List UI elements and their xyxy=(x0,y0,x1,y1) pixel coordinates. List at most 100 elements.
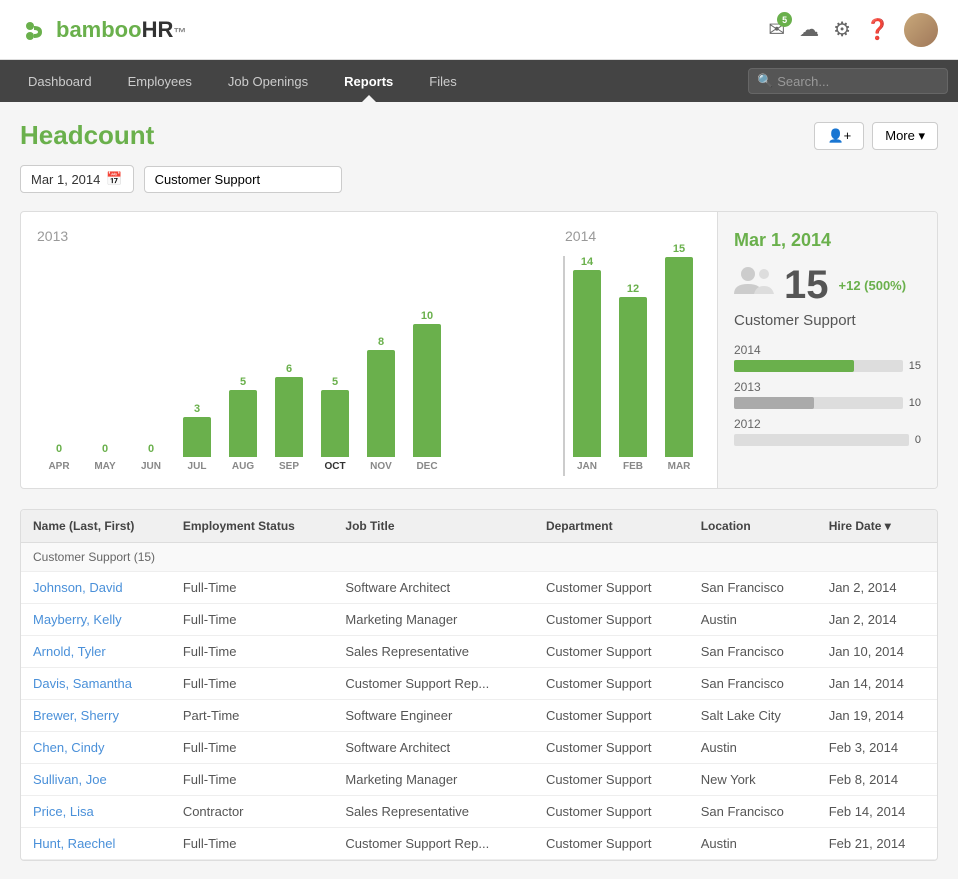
add-person-icon: 👤+ xyxy=(827,128,851,144)
date-filter[interactable]: Mar 1, 2014 📅 xyxy=(20,165,134,193)
employee-link[interactable]: Chen, Cindy xyxy=(33,740,105,755)
cell-dept: Customer Support xyxy=(534,636,689,668)
filter-row: Mar 1, 2014 📅 xyxy=(20,165,938,193)
bar-feb: 12 FEB xyxy=(611,283,655,472)
chart-2013-section: 2013 0 APR 0 MAY xyxy=(37,228,563,472)
cell-location: Austin xyxy=(689,732,817,764)
search-input[interactable] xyxy=(777,74,939,89)
col-status: Employment Status xyxy=(171,510,334,543)
chart-2014-section: 2014 14 JAN 12 FEB xyxy=(565,228,701,472)
chart-stats: Mar 1, 2014 15 +12 (500%) Customer Suppo… xyxy=(717,212,937,488)
cloud-icon[interactable]: ☁ xyxy=(799,17,819,42)
chart-2013-label: 2013 xyxy=(37,228,563,244)
cell-title: Marketing Manager xyxy=(333,764,534,796)
cell-hire-date: Jan 10, 2014 xyxy=(817,636,937,668)
bar-oct: 5 OCT xyxy=(313,376,357,472)
bar-jul: 3 JUL xyxy=(175,403,219,472)
stats-date: Mar 1, 2014 xyxy=(734,230,921,251)
bar-jan: 14 JAN xyxy=(565,256,609,472)
employee-link[interactable]: Sullivan, Joe xyxy=(33,772,107,787)
nav-job-openings[interactable]: Job Openings xyxy=(210,60,326,102)
table-row: Price, Lisa Contractor Sales Representat… xyxy=(21,796,937,828)
cell-hire-date: Feb 14, 2014 xyxy=(817,796,937,828)
chart-container: 2013 0 APR 0 MAY xyxy=(20,211,938,489)
employee-link[interactable]: Mayberry, Kelly xyxy=(33,612,122,627)
col-location: Location xyxy=(689,510,817,543)
nav-dashboard[interactable]: Dashboard xyxy=(10,60,110,102)
cell-dept: Customer Support xyxy=(534,604,689,636)
cell-title: Sales Representative xyxy=(333,636,534,668)
cell-name: Mayberry, Kelly xyxy=(21,604,171,636)
cell-hire-date: Jan 2, 2014 xyxy=(817,604,937,636)
cell-location: San Francisco xyxy=(689,572,817,604)
employee-link[interactable]: Brewer, Sherry xyxy=(33,708,119,723)
employees-table: Name (Last, First) Employment Status Job… xyxy=(20,509,938,861)
cell-hire-date: Jan 14, 2014 xyxy=(817,668,937,700)
logo: bambooHR™ xyxy=(20,12,186,48)
cell-title: Customer Support Rep... xyxy=(333,668,534,700)
stats-year-2012: 2012 0 xyxy=(734,417,921,446)
logo-icon xyxy=(20,12,56,48)
settings-icon[interactable]: ⚙ xyxy=(833,17,851,42)
date-value: Mar 1, 2014 xyxy=(31,172,100,187)
nav-employees[interactable]: Employees xyxy=(110,60,210,102)
messages-icon[interactable]: ✉ 5 xyxy=(768,17,785,42)
title-row: Headcount 👤+ More ▾ xyxy=(20,120,938,151)
title-actions: 👤+ More ▾ xyxy=(814,122,938,150)
employee-link[interactable]: Arnold, Tyler xyxy=(33,644,106,659)
group-label: Customer Support (15) xyxy=(21,543,937,572)
bar-mar: 15 MAR xyxy=(657,243,701,472)
cell-location: San Francisco xyxy=(689,796,817,828)
employee-link[interactable]: Price, Lisa xyxy=(33,804,94,819)
cell-dept: Customer Support xyxy=(534,572,689,604)
help-icon[interactable]: ❓ xyxy=(865,17,890,42)
employee-link[interactable]: Davis, Samantha xyxy=(33,676,132,691)
cell-dept: Customer Support xyxy=(534,668,689,700)
messages-badge: 5 xyxy=(777,12,792,27)
bar-apr: 0 APR xyxy=(37,443,81,472)
cell-name: Brewer, Sherry xyxy=(21,700,171,732)
cell-location: Austin xyxy=(689,604,817,636)
cell-status: Full-Time xyxy=(171,636,334,668)
bar-nov: 8 NOV xyxy=(359,336,403,472)
bar-sep: 6 SEP xyxy=(267,363,311,472)
cell-name: Arnold, Tyler xyxy=(21,636,171,668)
cell-dept: Customer Support xyxy=(534,700,689,732)
bar-dec: 10 DEC xyxy=(405,310,449,472)
chart-main: 2013 0 APR 0 MAY xyxy=(21,212,717,488)
top-bar: bambooHR™ ✉ 5 ☁ ⚙ ❓ xyxy=(0,0,958,60)
cell-status: Full-Time xyxy=(171,604,334,636)
department-filter[interactable] xyxy=(144,166,342,193)
chart-2013-bars: 0 APR 0 MAY 0 xyxy=(37,252,563,472)
bar-may: 0 MAY xyxy=(83,443,127,472)
cell-title: Software Architect xyxy=(333,572,534,604)
table-group-row: Customer Support (15) xyxy=(21,543,937,572)
table-header-row: Name (Last, First) Employment Status Job… xyxy=(21,510,937,543)
cell-name: Price, Lisa xyxy=(21,796,171,828)
table-row: Johnson, David Full-Time Software Archit… xyxy=(21,572,937,604)
people-icon xyxy=(734,264,774,308)
cell-dept: Customer Support xyxy=(534,732,689,764)
col-dept: Department xyxy=(534,510,689,543)
nav-files[interactable]: Files xyxy=(411,60,474,102)
chart-2014-label: 2014 xyxy=(565,228,701,244)
cell-hire-date: Jan 19, 2014 xyxy=(817,700,937,732)
chart-2014-bars: 14 JAN 12 FEB 15 xyxy=(565,252,701,472)
stats-year-2013: 2013 10 xyxy=(734,380,921,409)
bar-jun: 0 JUN xyxy=(129,443,173,472)
more-button[interactable]: More ▾ xyxy=(872,122,938,150)
nav-reports[interactable]: Reports xyxy=(326,60,411,102)
add-employee-button[interactable]: 👤+ xyxy=(814,122,864,150)
cell-location: San Francisco xyxy=(689,636,817,668)
col-hire-date[interactable]: Hire Date ▾ xyxy=(817,510,937,543)
cell-hire-date: Jan 2, 2014 xyxy=(817,572,937,604)
avatar[interactable] xyxy=(904,13,938,47)
cell-location: San Francisco xyxy=(689,668,817,700)
table-row: Davis, Samantha Full-Time Customer Suppo… xyxy=(21,668,937,700)
employee-link[interactable]: Johnson, David xyxy=(33,580,123,595)
table-row: Sullivan, Joe Full-Time Marketing Manage… xyxy=(21,764,937,796)
calendar-icon[interactable]: 📅 xyxy=(106,171,122,187)
cell-status: Full-Time xyxy=(171,572,334,604)
table-row: Brewer, Sherry Part-Time Software Engine… xyxy=(21,700,937,732)
cell-dept: Customer Support xyxy=(534,796,689,828)
